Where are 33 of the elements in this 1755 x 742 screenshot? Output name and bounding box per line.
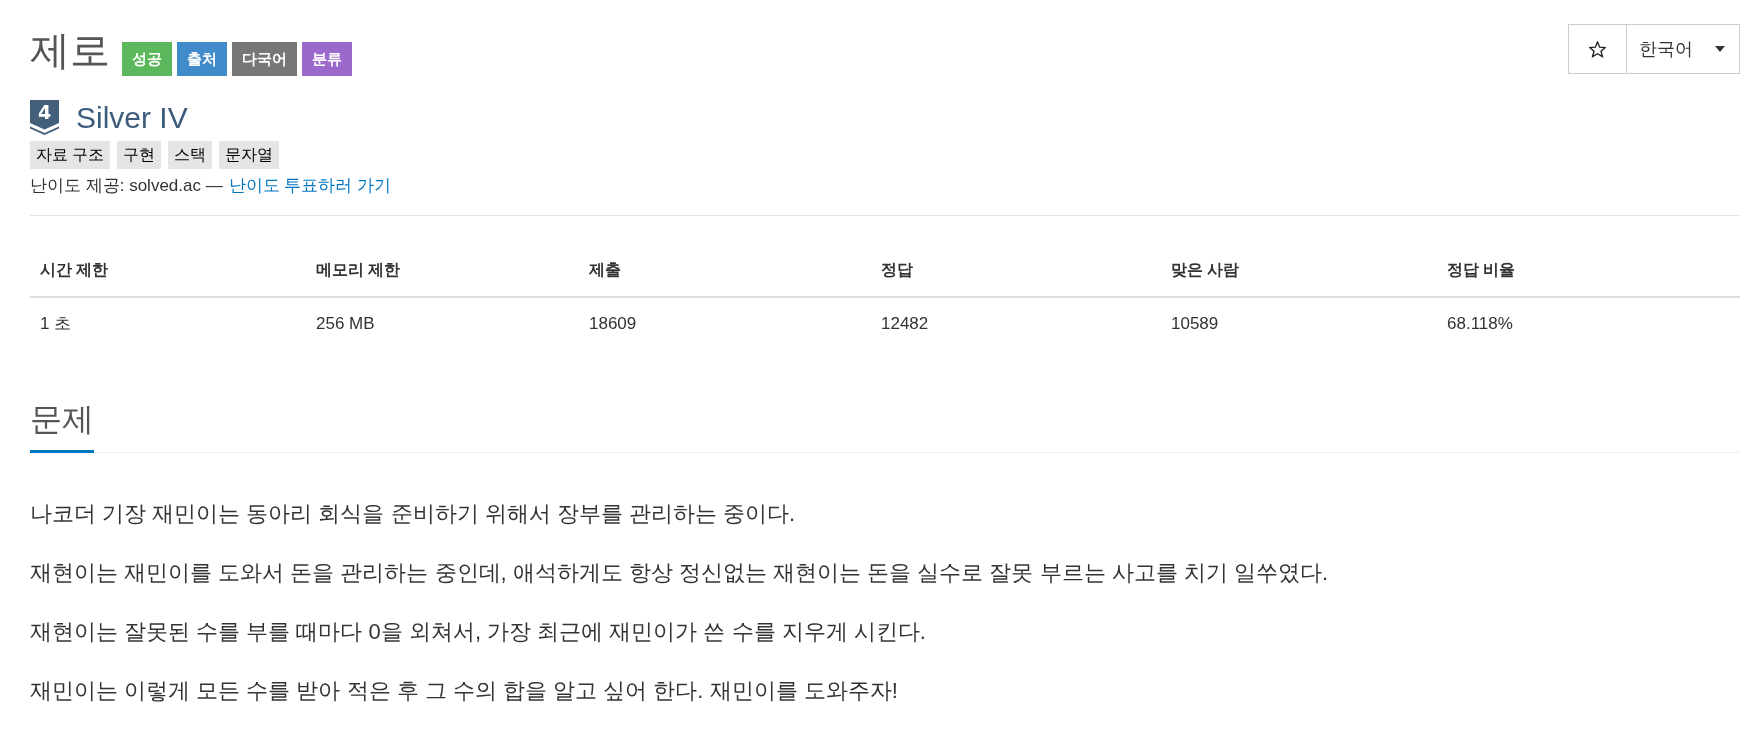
status-badge: 다국어: [232, 42, 297, 76]
difficulty-credit: 난이도 제공: solved.ac —: [30, 175, 223, 197]
tag-link[interactable]: 자료 구조: [30, 141, 111, 169]
problem-paragraph: 나코더 기장 재민이는 동아리 회식을 준비하기 위해서 장부를 관리하는 중이다.: [30, 500, 797, 528]
status-badge: 성공: [122, 42, 172, 76]
column-header: 제출: [588, 260, 621, 280]
tag-link[interactable]: 문자열: [219, 141, 280, 169]
problem-paragraph: 재민이는 이렇게 모든 수를 받아 적은 후 그 수의 합을 알고 싶어 한다. 재민이를 도와주자!: [30, 677, 899, 705]
problem-title: 제로: [30, 27, 110, 74]
problem-paragraph: 재현이는 재민이를 도와서 돈을 관리하는 중인데, 애석하게도 항상 정신없는 재현이는 돈을 실수로 잘못 부르는 사고를 치기 일쑤였다.: [30, 559, 1330, 587]
problem-paragraph: 재현이는 잘못된 수를 부를 때마다 0을 외쳐서, 가장 최근에 재민이가 쓴 수를 지우게 시킨다.: [30, 618, 927, 646]
table-cell-text: 18609: [588, 313, 637, 336]
status-badge: 출처: [177, 42, 227, 76]
column-header: 정답 비율: [1446, 260, 1516, 280]
star-button[interactable]: [1568, 24, 1627, 74]
vote-link[interactable]: 난이도 투표하러 가기: [228, 174, 392, 198]
table-cell-text: 12482: [880, 313, 929, 336]
column-header: 맞은 사람: [1170, 260, 1240, 280]
language-dropdown[interactable]: 한국어: [1627, 24, 1740, 74]
tag-link[interactable]: 구현: [117, 141, 162, 169]
status-badge: 분류: [302, 42, 352, 76]
column-header: 정답: [880, 260, 913, 280]
table-cell-text: 1 초: [39, 313, 72, 336]
column-header: 메모리 제한: [315, 260, 401, 280]
column-header: 시간 제한: [39, 260, 109, 280]
tag-link[interactable]: 스택: [168, 141, 213, 169]
table-cell-text: 256 MB: [315, 313, 375, 336]
caret-icon: [1715, 46, 1725, 52]
table-cell-text: 10589: [1170, 313, 1219, 336]
table-cell-text: 68.118%: [1446, 313, 1513, 336]
star-icon: [1589, 40, 1606, 58]
tier-name: Silver IV: [76, 100, 188, 135]
section-heading: 문제: [30, 399, 94, 453]
